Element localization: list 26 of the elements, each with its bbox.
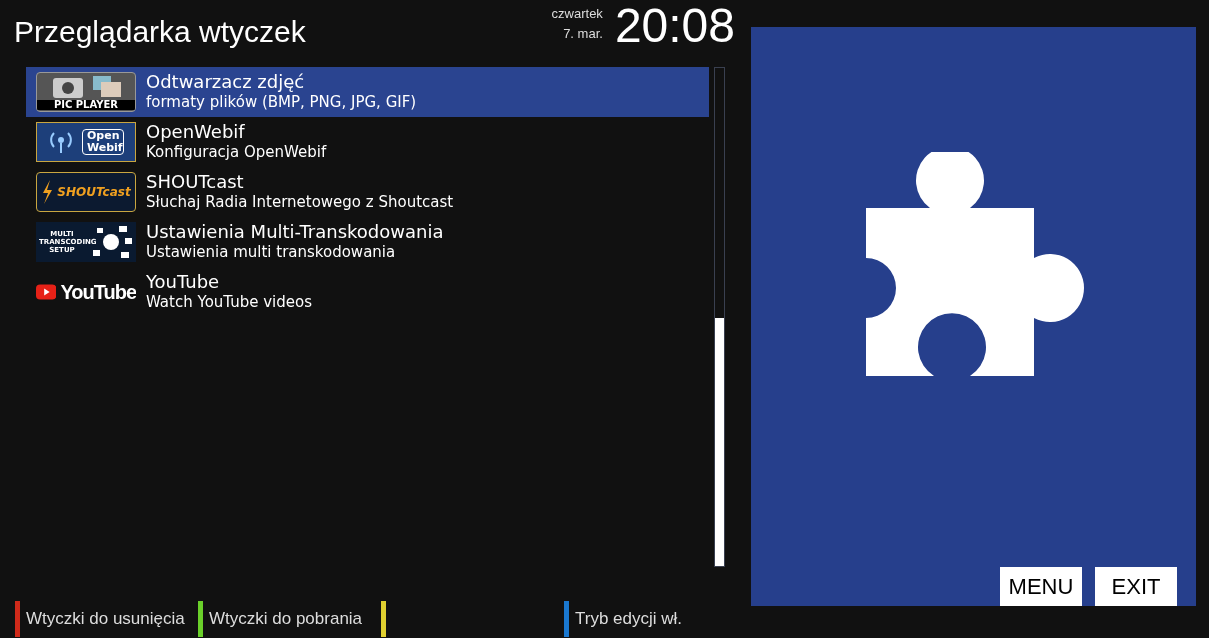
plugin-name: Ustawienia Multi-Transkodowania bbox=[146, 222, 444, 242]
plugin-name: OpenWebif bbox=[146, 122, 246, 142]
plugin-description: Watch YouTube videos bbox=[146, 292, 313, 312]
plugin-row[interactable]: SHOUTcast SHOUTcast Słuchaj Radia Internetowego z Shoutcast bbox=[26, 167, 709, 217]
plugin-name: Odtwarzacz zdjęć bbox=[146, 72, 306, 92]
shoutcast-icon: SHOUTcast bbox=[36, 172, 136, 212]
clock: 20:08 bbox=[614, 0, 735, 52]
date: 7. mar. bbox=[563, 25, 603, 43]
plugin-description: Słuchaj Radia Internetowego z Shoutcast bbox=[146, 192, 454, 212]
weekday: czwartek bbox=[551, 5, 603, 23]
plugin-description: Konfiguracja OpenWebif bbox=[146, 142, 327, 162]
plugin-description: formaty plików (BMP, PNG, JPG, GIF) bbox=[146, 92, 417, 112]
plugin-name: SHOUTcast bbox=[146, 172, 245, 192]
plugin-description: Ustawienia multi transkodowania bbox=[146, 242, 397, 262]
plugin-row[interactable]: Open Webif OpenWebif Konfiguracja OpenWebif bbox=[26, 117, 709, 167]
key-button[interactable]: EXIT bbox=[1095, 567, 1177, 606]
plugin-name: YouTube bbox=[146, 272, 221, 292]
key-button[interactable]: MENU bbox=[1000, 567, 1082, 606]
broadcast-icon: Open Webif bbox=[36, 122, 136, 162]
picture-player-icon: PIC PLAYER bbox=[36, 72, 136, 112]
window-title: Przeglądarka wtyczek bbox=[14, 14, 307, 50]
plugin-row[interactable]: PIC PLAYER Odtwarzacz zdjęć formaty plików (BMP, PNG, JPG, GIF) bbox=[26, 67, 709, 117]
color-key-label: Tryb edycji wł. bbox=[575, 608, 683, 631]
color-key-label: Wtyczki do pobrania bbox=[209, 608, 363, 631]
scrollbar[interactable] bbox=[714, 67, 725, 567]
color-key-label: Wtyczki do usunięcia bbox=[26, 608, 185, 631]
